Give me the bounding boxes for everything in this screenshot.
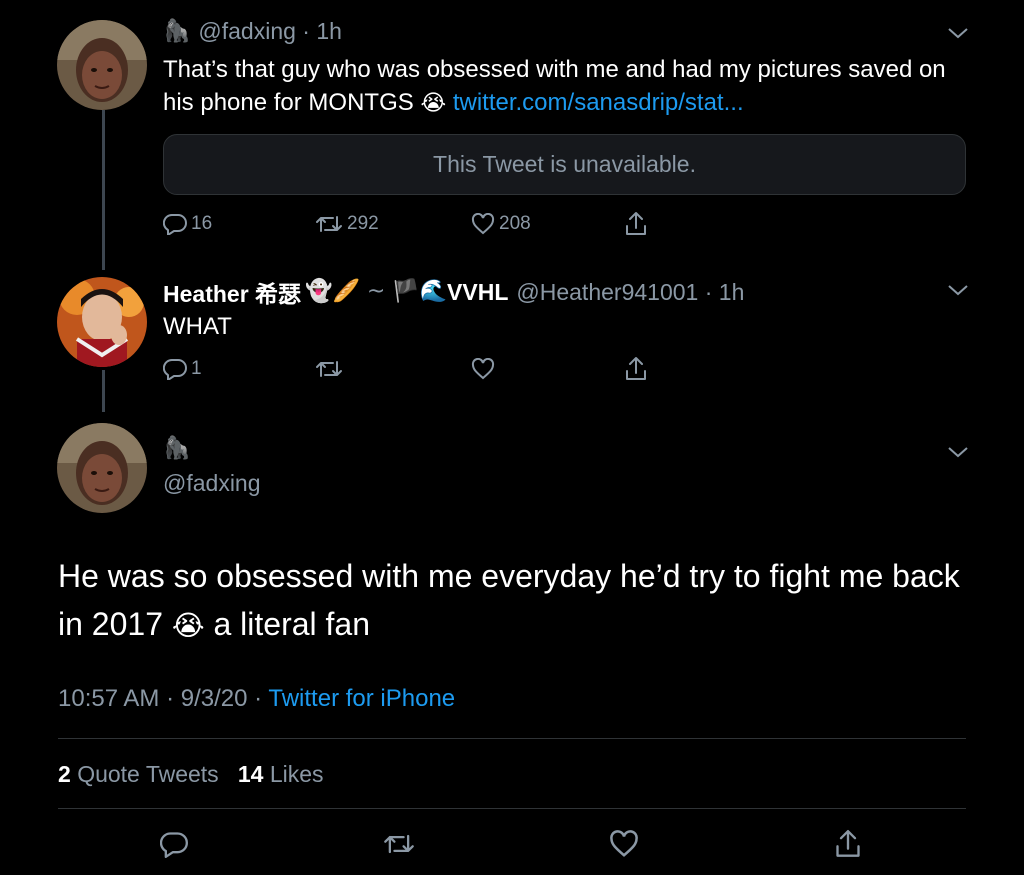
quote-tweet-unavailable[interactable]: This Tweet is unavailable. xyxy=(163,134,966,195)
display-name[interactable]: Heather 希瑟 xyxy=(163,275,301,309)
timestamp[interactable]: 1h xyxy=(316,18,342,45)
reply-button[interactable] xyxy=(160,830,188,858)
chevron-down-icon[interactable] xyxy=(947,445,969,459)
reply-icon xyxy=(163,358,187,380)
display-name-suffix[interactable]: VVHL xyxy=(447,279,508,306)
thread-line xyxy=(102,370,105,412)
like-icon xyxy=(610,830,638,857)
retweet-icon xyxy=(316,361,342,377)
tweet-date: 9/3/20 xyxy=(180,685,248,712)
tweet-header: 🦍 @fadxing · 1h xyxy=(163,18,342,45)
retweet-button[interactable]: 292 xyxy=(315,213,379,235)
handle[interactable]: @fadxing xyxy=(163,470,261,497)
main-tweet-text: He was so obsessed with me everyday he’d… xyxy=(58,552,988,648)
quote-tweets-link[interactable]: 2 Quote Tweets xyxy=(58,761,225,787)
dot-separator: · xyxy=(254,685,269,712)
share-button[interactable] xyxy=(834,828,862,860)
retweet-count: 292 xyxy=(347,213,379,234)
retweet-icon xyxy=(316,216,342,232)
like-button[interactable]: 208 xyxy=(471,213,531,235)
retweet-button[interactable] xyxy=(383,830,415,858)
chevron-down-icon[interactable] xyxy=(947,283,969,297)
dot-separator: · xyxy=(698,278,719,305)
like-icon xyxy=(471,358,495,380)
name-emojis: 👻🥖 ~ 🏴🌊 xyxy=(305,279,448,304)
like-count: 14 xyxy=(237,761,264,787)
divider xyxy=(58,808,966,809)
tweet-header: Heather 希瑟 👻🥖 ~ 🏴🌊 VVHL @Heather941001 ·… xyxy=(163,275,744,309)
timestamp[interactable]: 1h xyxy=(719,279,745,306)
tweet-source[interactable]: Twitter for iPhone xyxy=(268,685,455,712)
reply-icon xyxy=(160,832,188,858)
dot-separator: · xyxy=(166,685,181,712)
tweet-body: WHAT xyxy=(163,313,232,340)
thread-line xyxy=(102,110,105,270)
gorilla-emoji: 🦍 xyxy=(163,436,191,461)
retweet-button[interactable] xyxy=(315,358,343,380)
like-button[interactable] xyxy=(471,358,495,380)
handle[interactable]: @fadxing xyxy=(198,18,296,45)
gorilla-emoji: 🦍 xyxy=(163,18,191,44)
like-button[interactable] xyxy=(609,830,639,858)
avatar[interactable] xyxy=(57,20,147,110)
divider xyxy=(58,738,966,739)
display-name[interactable]: 🦍 xyxy=(163,438,190,460)
reply-count: 1 xyxy=(191,358,202,379)
quote-label: Quote Tweets xyxy=(77,761,219,787)
crying-emoji: 😭 xyxy=(420,91,447,116)
quote-unavailable-text: This Tweet is unavailable. xyxy=(433,151,696,177)
reply-count: 16 xyxy=(191,213,213,234)
tweet-timestamp: 10:57 AM · 9/3/20 · Twitter for iPhone xyxy=(58,685,455,713)
reply-button[interactable]: 16 xyxy=(163,213,212,235)
engagement-stats: 2 Quote Tweets 14 Likes xyxy=(58,761,324,788)
share-button[interactable] xyxy=(624,356,648,382)
share-icon xyxy=(626,212,646,235)
tweet-text: WHAT xyxy=(163,310,232,343)
crying-emoji: 😭 xyxy=(171,609,205,642)
handle-text: @fadxing xyxy=(163,470,261,496)
share-icon xyxy=(626,357,646,380)
share-icon xyxy=(836,830,860,857)
retweet-icon xyxy=(384,834,414,854)
tweet-link[interactable]: twitter.com/sanasdrip/stat... xyxy=(453,89,744,116)
likes-label: Likes xyxy=(269,761,324,787)
dot-separator: · xyxy=(295,18,317,44)
share-button[interactable] xyxy=(624,211,648,237)
like-icon xyxy=(471,213,495,235)
tweet-time: 10:57 AM xyxy=(58,685,160,712)
tweet-text: That’s that guy who was obsessed with me… xyxy=(163,53,963,119)
like-count: 208 xyxy=(499,213,531,234)
main-tweet-body-end: a literal fan xyxy=(213,606,371,642)
reply-button[interactable]: 1 xyxy=(163,358,202,380)
avatar[interactable] xyxy=(57,277,147,367)
quote-count: 2 xyxy=(58,761,71,787)
avatar[interactable] xyxy=(57,423,147,513)
chevron-down-icon[interactable] xyxy=(947,26,969,40)
handle[interactable]: @Heather941001 xyxy=(516,279,698,306)
reply-icon xyxy=(163,213,187,235)
likes-link[interactable]: 14 Likes xyxy=(238,761,324,787)
